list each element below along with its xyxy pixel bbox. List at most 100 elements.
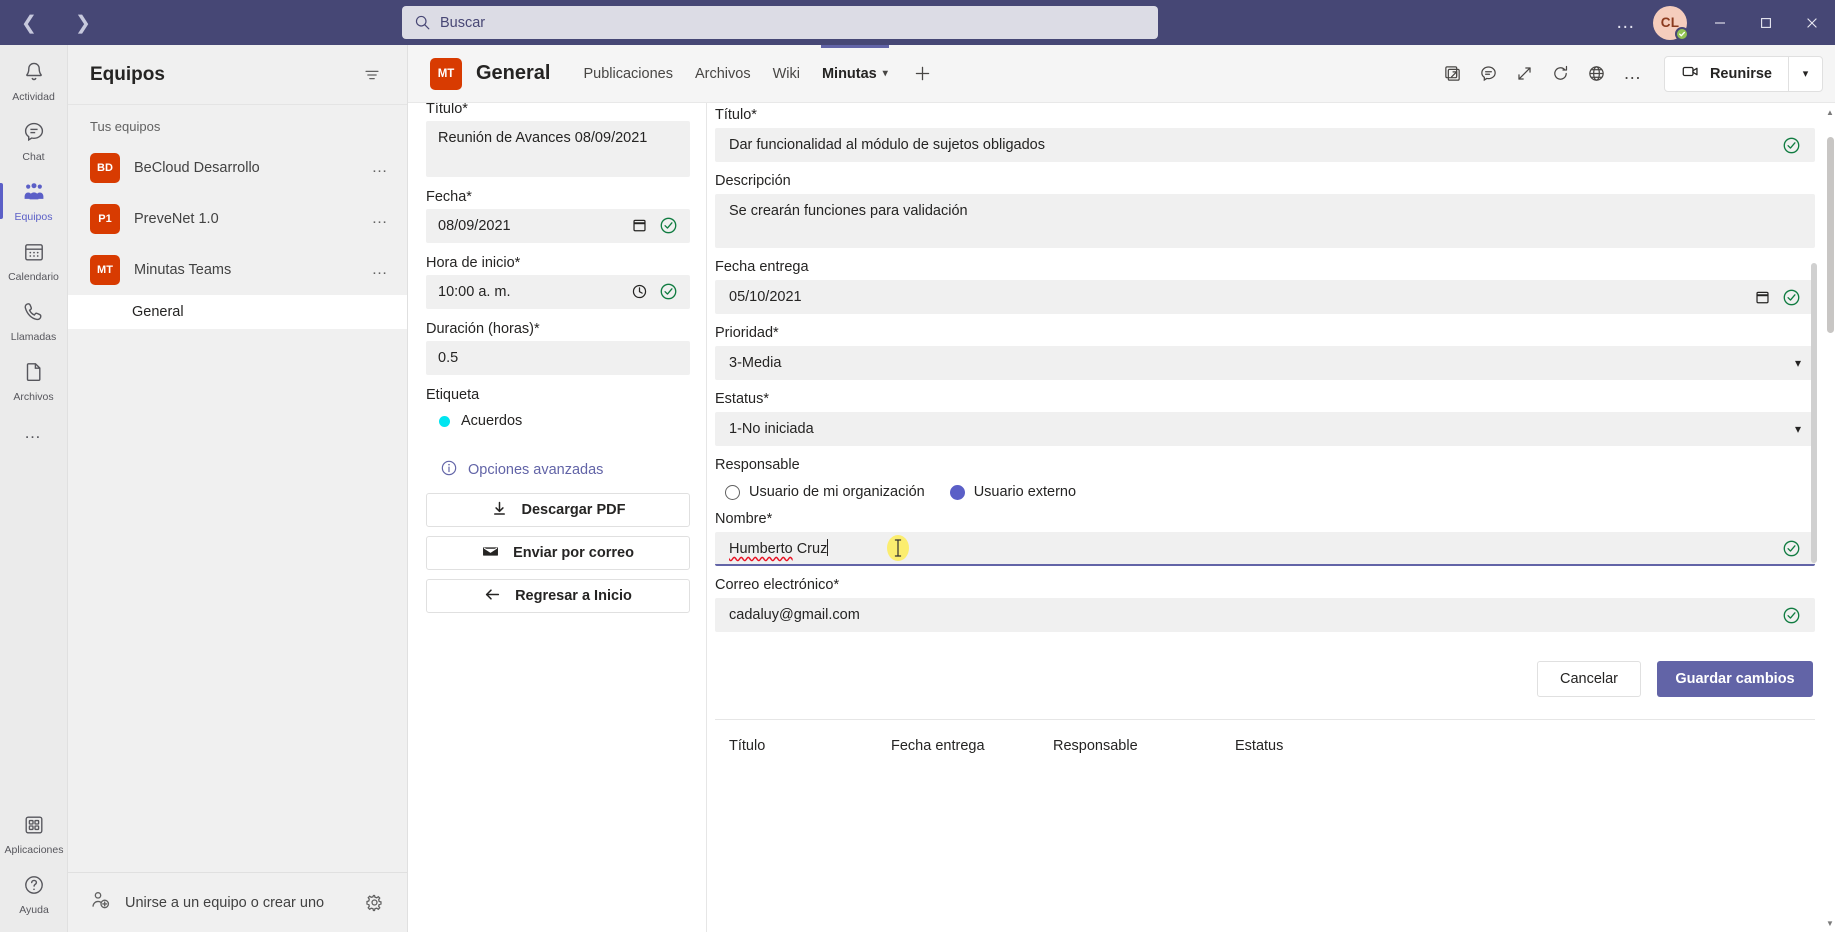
sidebar-item-chat[interactable]: Chat	[0, 113, 68, 169]
field-value: 0.5	[438, 349, 459, 366]
save-changes-button[interactable]: Guardar cambios	[1657, 661, 1813, 697]
filter-icon[interactable]	[357, 60, 387, 90]
return-home-button[interactable]: Regresar a Inicio	[426, 579, 690, 613]
team-avatar: BD	[90, 152, 120, 183]
scroll-up-arrow-icon[interactable]: ▲	[1825, 105, 1835, 119]
tab-label: Minutas	[821, 65, 877, 82]
field-value: 10:00 a. m.	[438, 283, 511, 300]
start-time-input[interactable]: 10:00 a. m.	[426, 275, 690, 309]
field-label: Duración (horas)*	[426, 321, 540, 337]
sidebar-item-label: Archivos	[13, 390, 54, 403]
chevron-down-icon[interactable]: ▾	[883, 68, 888, 79]
meet-button[interactable]: Reunirse	[1665, 57, 1788, 91]
status-select[interactable]: 1-No iniciada ▾	[715, 412, 1815, 446]
minimize-button[interactable]	[1697, 0, 1743, 45]
field-value: Dar funcionalidad al módulo de sujetos o…	[729, 137, 1045, 153]
main-content: MT General Publicaciones Archivos Wiki M…	[408, 44, 1835, 932]
forward-icon[interactable]: ❯	[70, 10, 96, 36]
chevron-down-icon[interactable]: ▾	[1787, 356, 1801, 370]
tab-publicaciones[interactable]: Publicaciones	[572, 45, 683, 103]
file-icon	[22, 360, 46, 389]
chevron-down-icon[interactable]: ▾	[1787, 422, 1801, 436]
sidebar-item-archivos[interactable]: Archivos	[0, 353, 68, 409]
join-or-create-team-button[interactable]: Unirse a un equipo o crear uno	[90, 890, 359, 915]
tab-archivos[interactable]: Archivos	[684, 45, 762, 103]
conversation-icon[interactable]	[1472, 58, 1506, 90]
page-scrollbar-thumb[interactable]	[1827, 137, 1834, 333]
sidebar-item-llamadas[interactable]: Llamadas	[0, 293, 68, 349]
minutes-form-area: Título* Reunión de Avances 08/09/2021 Fe…	[408, 103, 1835, 932]
tab-wiki[interactable]: Wiki	[762, 45, 811, 103]
rail-more-options-icon[interactable]: …	[0, 413, 68, 453]
sidebar-item-label: Actividad	[12, 90, 55, 103]
sidebar-item-actividad[interactable]: Actividad	[0, 53, 68, 109]
tag-value-row[interactable]: Acuerdos	[426, 407, 690, 429]
gear-icon[interactable]	[359, 888, 389, 918]
radio-internal-user[interactable]	[725, 484, 740, 500]
team-row[interactable]: BD BeCloud Desarrollo …	[68, 142, 407, 193]
clock-icon[interactable]	[629, 282, 649, 302]
page-scrollbar[interactable]: ▲ ▼	[1825, 103, 1835, 932]
priority-select[interactable]: 3-Media ▾	[715, 346, 1815, 380]
cancel-button[interactable]: Cancelar	[1537, 661, 1641, 697]
calendar-picker-icon[interactable]	[629, 216, 649, 236]
inner-scrollbar-thumb[interactable]	[1811, 263, 1817, 563]
meeting-title-input[interactable]: Reunión de Avances 08/09/2021	[426, 121, 690, 177]
refresh-icon[interactable]	[1544, 58, 1578, 90]
valid-check-icon	[659, 282, 678, 301]
channel-item-general[interactable]: General	[68, 295, 407, 329]
task-description-input[interactable]: Se crearán funciones para validación	[715, 194, 1815, 248]
avatar[interactable]: CL	[1653, 5, 1689, 41]
due-date-input[interactable]: 05/10/2021	[715, 280, 1815, 314]
sidebar-item-aplicaciones[interactable]: Aplicaciones	[0, 806, 68, 862]
nav-arrows: ❮ ❯	[0, 10, 96, 36]
task-title-input[interactable]: Dar funcionalidad al módulo de sujetos o…	[715, 128, 1815, 162]
app-more-options-icon[interactable]: …	[1609, 7, 1643, 39]
channel-team-avatar: MT	[430, 57, 462, 90]
globe-icon[interactable]	[1580, 58, 1614, 90]
radio-external-user[interactable]	[949, 484, 965, 500]
back-icon[interactable]: ❮	[16, 10, 42, 36]
calendar-picker-icon[interactable]	[1752, 287, 1772, 307]
add-people-icon	[90, 890, 111, 915]
expand-icon[interactable]	[1508, 58, 1542, 90]
scroll-down-arrow-icon[interactable]: ▼	[1825, 916, 1835, 930]
team-row[interactable]: P1 PreveNet 1.0 …	[68, 193, 407, 244]
presence-available-icon	[1675, 26, 1689, 41]
search-input[interactable]: Buscar	[402, 6, 1158, 39]
help-icon	[22, 873, 46, 902]
open-in-new-window-icon[interactable]	[1436, 58, 1470, 90]
maximize-button[interactable]	[1743, 0, 1789, 45]
tag-label: Acuerdos	[461, 413, 523, 429]
search-placeholder: Buscar	[440, 14, 486, 31]
search-icon	[414, 14, 431, 31]
column-header-estatus: Estatus	[1235, 738, 1284, 754]
meet-dropdown-icon[interactable]: ▾	[1788, 56, 1822, 91]
sidebar-item-equipos[interactable]: Equipos	[0, 173, 68, 229]
teams-icon	[22, 180, 46, 209]
team-more-options-icon[interactable]: …	[372, 261, 394, 279]
valid-check-icon	[1782, 288, 1801, 307]
responsible-name-input[interactable]: Humberto Cruz	[715, 532, 1815, 566]
sidebar-item-ayuda[interactable]: Ayuda	[0, 866, 68, 922]
team-more-options-icon[interactable]: …	[372, 210, 394, 228]
meeting-date-input[interactable]: 08/09/2021	[426, 209, 690, 243]
team-row[interactable]: MT Minutas Teams …	[68, 244, 407, 295]
close-button[interactable]	[1789, 0, 1835, 45]
inner-scrollbar[interactable]	[1811, 103, 1817, 932]
column-header-responsable: Responsable	[1053, 738, 1138, 754]
add-tab-icon[interactable]	[907, 58, 939, 90]
field-task-title: Título* Dar funcionalidad al módulo de s…	[715, 107, 1815, 162]
download-pdf-button[interactable]: Descargar PDF	[426, 493, 690, 527]
team-more-options-icon[interactable]: …	[372, 159, 394, 177]
radio-external-label: Usuario externo	[973, 484, 1077, 500]
duration-input[interactable]: 0.5	[426, 341, 690, 375]
send-by-email-button[interactable]: Enviar por correo	[426, 536, 690, 570]
tab-minutas[interactable]: Minutas ▾	[811, 44, 899, 103]
sidebar-item-calendario[interactable]: Calendario	[0, 233, 68, 289]
mail-icon	[482, 543, 499, 564]
button-label: Regresar a Inicio	[515, 588, 632, 604]
email-input[interactable]: cadaluy@gmail.com	[715, 598, 1815, 632]
more-options-icon[interactable]: …	[1616, 58, 1650, 90]
advanced-options-link[interactable]: Opciones avanzadas	[426, 441, 690, 493]
